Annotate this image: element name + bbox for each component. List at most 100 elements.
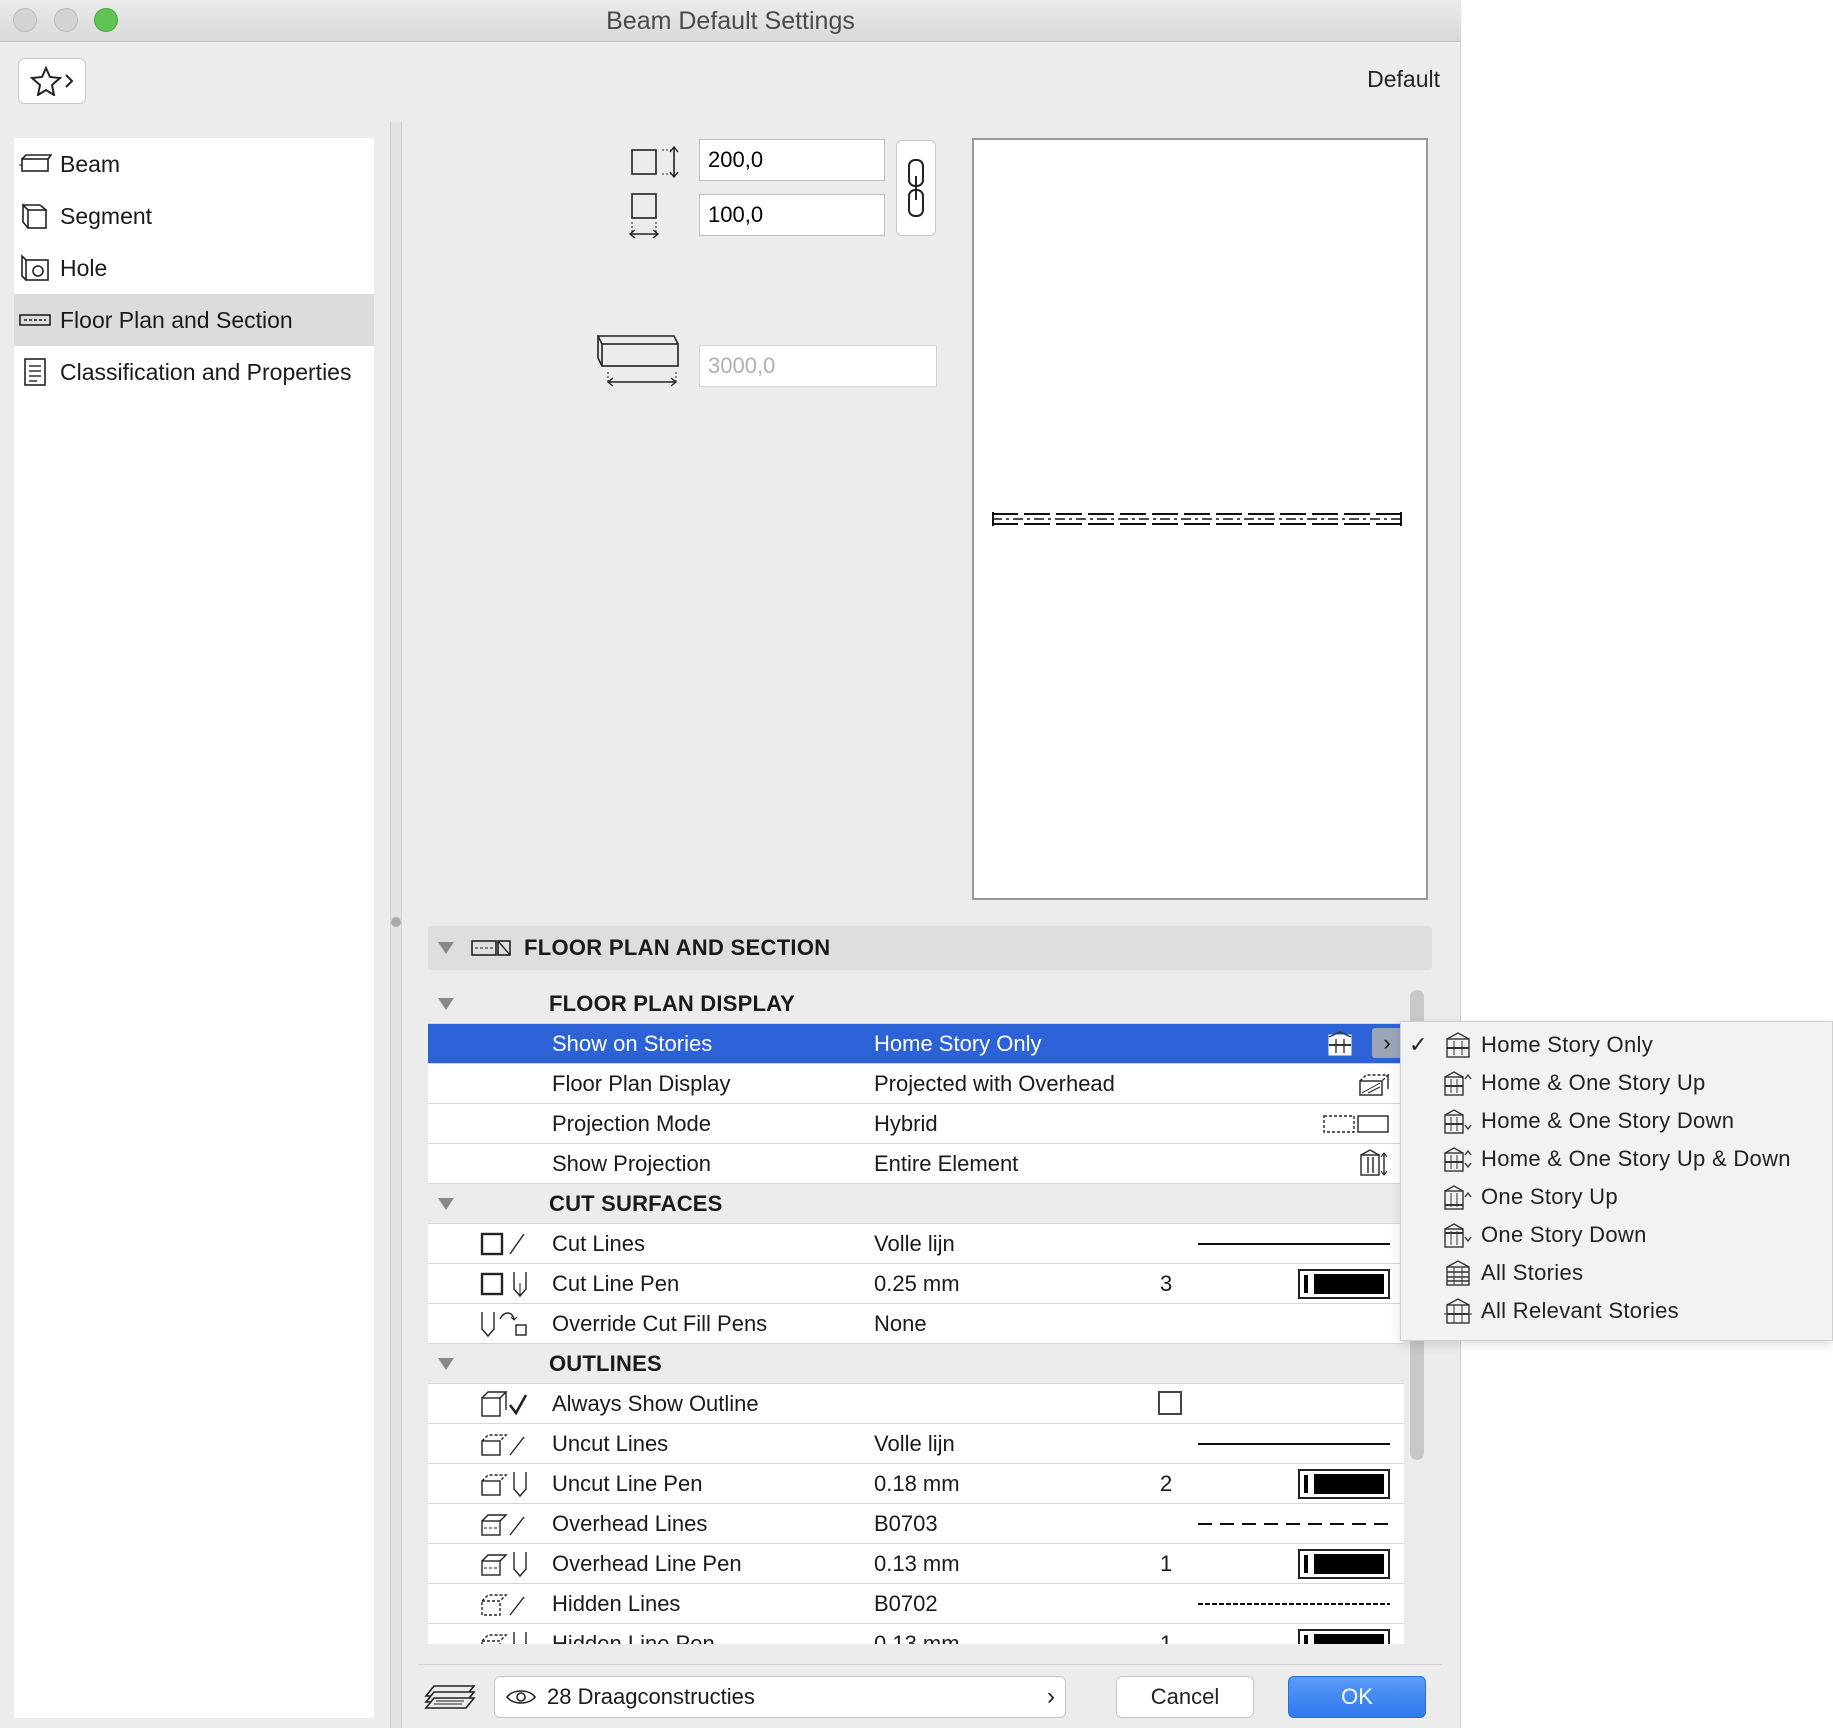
chain-link-icon bbox=[908, 159, 924, 217]
row-hidden-line-pen[interactable]: Hidden Line Pen 0.13 mm 1 bbox=[428, 1624, 1404, 1644]
settings-tree: Beam Segment Hole Floor Plan and Section… bbox=[14, 138, 374, 1718]
menu-item-home-one-story-down[interactable]: Home & One Story Down bbox=[1401, 1102, 1832, 1140]
height-dimension-icon bbox=[631, 145, 679, 178]
group-cut-surfaces[interactable]: CUT SURFACES bbox=[428, 1184, 1404, 1224]
checkmark-icon: ✓ bbox=[1409, 1032, 1428, 1057]
row-show-on-stories[interactable]: Show on Stories Home Story Only › bbox=[428, 1024, 1404, 1064]
nav-item-hole[interactable]: Hole bbox=[14, 242, 374, 294]
cut-line-pen-icon bbox=[478, 1268, 538, 1300]
row-always-show-outline[interactable]: Always Show Outline bbox=[428, 1384, 1404, 1424]
one-story-up-icon bbox=[1443, 1182, 1475, 1212]
panel-title: FLOOR PLAN AND SECTION bbox=[524, 935, 831, 960]
row-uncut-lines[interactable]: Uncut Lines Volle lijn bbox=[428, 1424, 1404, 1464]
uncut-line-type-icon bbox=[478, 1428, 538, 1460]
beam-length-input[interactable] bbox=[699, 345, 937, 387]
chevron-right-icon: › bbox=[1047, 1683, 1055, 1710]
group-outlines[interactable]: OUTLINES bbox=[428, 1344, 1404, 1384]
menu-item-home-story-only[interactable]: ✓ Home Story Only bbox=[1401, 1026, 1832, 1064]
layers-icon bbox=[424, 1685, 476, 1709]
hidden-line-type-icon bbox=[478, 1588, 538, 1620]
solid-line-swatch bbox=[1198, 1442, 1390, 1445]
width-dimension-icon bbox=[628, 193, 660, 239]
show-on-stories-menu: ✓ Home Story Only Home & One Story Up Ho… bbox=[1400, 1021, 1833, 1341]
link-dimensions-button[interactable] bbox=[896, 140, 936, 236]
hybrid-projection-icon bbox=[1323, 1114, 1389, 1133]
floor-plan-settings-table: FLOOR PLAN DISPLAY Show on Stories Home … bbox=[428, 984, 1404, 1644]
stories-menu-button[interactable]: › bbox=[1372, 1028, 1402, 1058]
row-hidden-lines[interactable]: Hidden Lines B0702 bbox=[428, 1584, 1404, 1624]
home-story-only-icon bbox=[1443, 1030, 1475, 1060]
home-one-story-down-icon bbox=[1443, 1106, 1475, 1136]
solid-line-swatch bbox=[1198, 1242, 1390, 1245]
beam-preview bbox=[972, 138, 1428, 900]
nav-item-classification-properties[interactable]: Classification and Properties bbox=[14, 346, 374, 398]
nav-item-label: Hole bbox=[60, 254, 108, 281]
row-overhead-line-pen[interactable]: Overhead Line Pen 0.13 mm 1 bbox=[428, 1544, 1404, 1584]
all-relevant-stories-icon bbox=[1443, 1296, 1475, 1326]
beam-length-icon bbox=[596, 335, 679, 387]
menu-item-all-relevant-stories[interactable]: All Relevant Stories bbox=[1401, 1292, 1832, 1330]
pen-swatch[interactable] bbox=[1298, 1548, 1390, 1579]
nav-item-label: Segment bbox=[60, 202, 153, 229]
nav-item-segment[interactable]: Segment bbox=[14, 190, 374, 242]
dotted-line-swatch bbox=[1198, 1602, 1390, 1605]
beam-height-input[interactable] bbox=[699, 139, 885, 181]
projected-overhead-icon bbox=[1359, 1073, 1390, 1096]
menu-item-one-story-down[interactable]: One Story Down bbox=[1401, 1216, 1832, 1254]
menu-item-all-stories[interactable]: All Stories bbox=[1401, 1254, 1832, 1292]
collapse-triangle-icon[interactable] bbox=[438, 1197, 454, 1210]
override-fill-pens-icon bbox=[478, 1308, 538, 1340]
favorites-button[interactable] bbox=[18, 58, 86, 104]
menu-item-one-story-up[interactable]: One Story Up bbox=[1401, 1178, 1832, 1216]
nav-item-floor-plan-section[interactable]: Floor Plan and Section bbox=[14, 294, 374, 346]
cancel-button[interactable]: Cancel bbox=[1116, 1676, 1254, 1718]
always-show-outline-checkbox[interactable] bbox=[1158, 1391, 1182, 1415]
home-one-story-up-down-icon bbox=[1443, 1144, 1475, 1174]
home-one-story-up-icon bbox=[1443, 1068, 1475, 1098]
uncut-line-pen-icon bbox=[478, 1468, 538, 1500]
one-story-down-icon bbox=[1443, 1220, 1475, 1250]
pen-swatch[interactable] bbox=[1298, 1468, 1390, 1499]
collapse-triangle-icon[interactable] bbox=[438, 1357, 454, 1370]
star-icon bbox=[30, 66, 62, 96]
nav-item-label: Beam bbox=[60, 150, 121, 177]
overhead-line-type-icon bbox=[478, 1508, 538, 1540]
collapse-triangle-icon[interactable] bbox=[438, 942, 454, 954]
show-outline-icon bbox=[478, 1388, 538, 1420]
home-story-icon bbox=[1328, 1031, 1352, 1056]
segment-icon bbox=[18, 201, 52, 231]
collapse-triangle-icon[interactable] bbox=[438, 997, 454, 1010]
group-floor-plan-display[interactable]: FLOOR PLAN DISPLAY bbox=[428, 984, 1404, 1024]
row-cut-line-pen[interactable]: Cut Line Pen 0.25 mm 3 bbox=[428, 1264, 1404, 1304]
row-floor-plan-display[interactable]: Floor Plan Display Projected with Overhe… bbox=[428, 1064, 1404, 1104]
nav-item-beam[interactable]: Beam bbox=[14, 138, 374, 190]
beam-icon bbox=[18, 149, 52, 179]
beam-width-input[interactable] bbox=[699, 194, 885, 236]
menu-item-home-one-story-up[interactable]: Home & One Story Up bbox=[1401, 1064, 1832, 1102]
eye-icon bbox=[505, 1690, 537, 1704]
beam-settings-dialog: Beam Default Settings Default Beam Segme… bbox=[0, 0, 1461, 1728]
row-uncut-line-pen[interactable]: Uncut Line Pen 0.18 mm 2 bbox=[428, 1464, 1404, 1504]
row-overhead-lines[interactable]: Overhead Lines B0703 bbox=[428, 1504, 1404, 1544]
row-projection-mode[interactable]: Projection Mode Hybrid bbox=[428, 1104, 1404, 1144]
ok-button[interactable]: OK bbox=[1288, 1676, 1426, 1718]
pen-swatch[interactable] bbox=[1298, 1268, 1390, 1299]
splitter-handle[interactable] bbox=[391, 917, 401, 927]
floor-plan-section-panel-header[interactable]: FLOOR PLAN AND SECTION bbox=[428, 926, 1432, 970]
all-stories-icon bbox=[1443, 1258, 1475, 1288]
row-show-projection[interactable]: Show Projection Entire Element bbox=[428, 1144, 1404, 1184]
menu-item-home-one-story-up-down[interactable]: Home & One Story Up & Down bbox=[1401, 1140, 1832, 1178]
row-override-cut-fill-pens[interactable]: Override Cut Fill Pens None bbox=[428, 1304, 1404, 1344]
title-bar: Beam Default Settings bbox=[0, 0, 1461, 42]
row-cut-lines[interactable]: Cut Lines Volle lijn bbox=[428, 1224, 1404, 1264]
pen-swatch[interactable] bbox=[1298, 1628, 1390, 1644]
window-title: Beam Default Settings bbox=[606, 7, 855, 35]
overhead-line-pen-icon bbox=[478, 1548, 538, 1580]
classification-icon bbox=[18, 357, 52, 387]
chevron-right-icon bbox=[65, 74, 74, 88]
nav-item-label: Floor Plan and Section bbox=[60, 306, 293, 333]
hidden-line-pen-icon bbox=[478, 1628, 538, 1644]
layer-selector[interactable]: 28 Draagconstructies › bbox=[494, 1676, 1066, 1718]
default-favorite-label: Default bbox=[1367, 66, 1440, 92]
floor-plan-section-icon bbox=[471, 940, 511, 956]
